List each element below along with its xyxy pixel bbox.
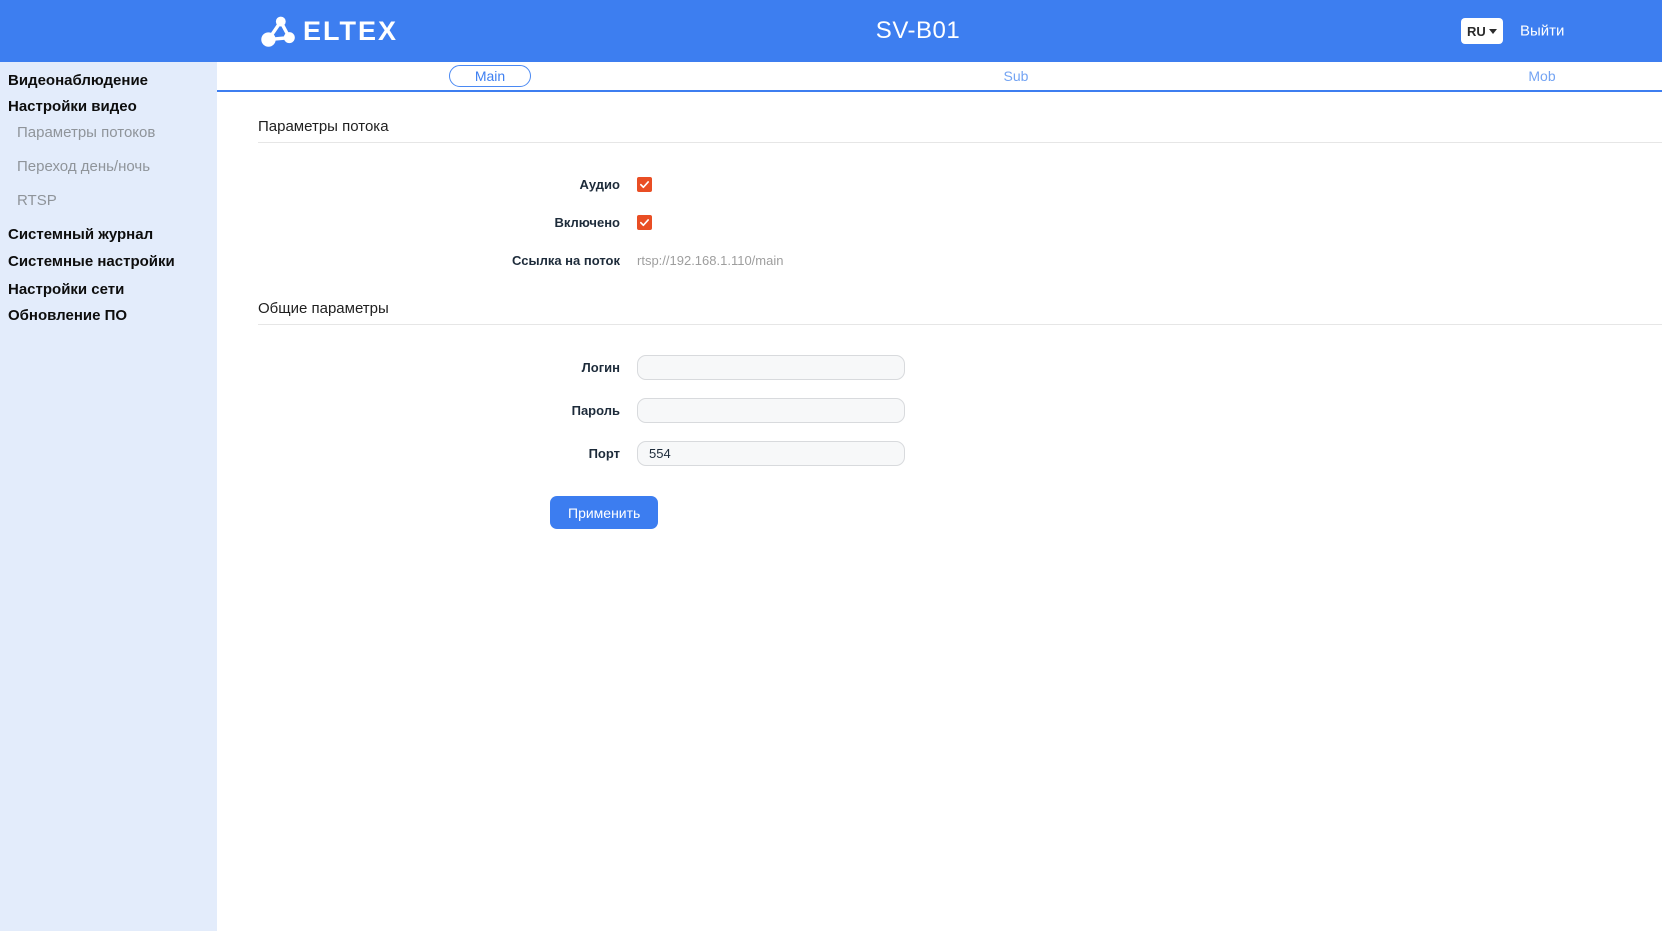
- enabled-label: Включено: [554, 214, 621, 230]
- tab-mob[interactable]: Mob: [1518, 66, 1565, 86]
- tab-cell-mob: Mob: [1279, 62, 1662, 90]
- content-area: Main Sub Mob Параметры потока Аудио Вклю…: [217, 62, 1662, 931]
- login-row: Логин: [217, 346, 1662, 389]
- password-label: Пароль: [571, 403, 620, 418]
- logout-link[interactable]: Выйти: [1520, 23, 1564, 40]
- language-select[interactable]: RU: [1461, 18, 1503, 44]
- sidebar-item-video-surveillance[interactable]: Видеонаблюдение: [0, 68, 217, 94]
- tabs-track: Main Sub Mob: [227, 62, 1662, 90]
- enabled-row: Включено: [217, 203, 1662, 241]
- login-label: Логин: [581, 360, 620, 375]
- sidebar-item-rtsp[interactable]: RTSP: [0, 188, 217, 214]
- eltex-logo-icon: [258, 13, 296, 49]
- sidebar-item-video-settings[interactable]: Настройки видео: [0, 94, 217, 120]
- stream-section-rows: Аудио Включено Ссылка на поток rtsp://19…: [217, 165, 1662, 279]
- tab-cell-main: Main: [227, 62, 753, 90]
- check-icon: [640, 180, 649, 188]
- stream-section-title: Параметры потока: [258, 119, 1662, 143]
- stream-tabbar: Main Sub Mob: [217, 62, 1662, 92]
- sidebar-item-system-settings[interactable]: Системные настройки: [0, 249, 217, 275]
- sidebar-item-system-log[interactable]: Системный журнал: [0, 222, 217, 248]
- chevron-down-icon: [1489, 28, 1497, 34]
- general-section-title: Общие параметры: [258, 301, 1662, 325]
- sidebar-item-stream-parameters[interactable]: Параметры потоков: [0, 120, 217, 146]
- eltex-logo-wordmark: ELTEX: [303, 15, 399, 46]
- eltex-logo: ELTEX: [258, 13, 398, 49]
- audio-label: Аудио: [579, 176, 620, 192]
- sidebar-item-firmware-update[interactable]: Обновление ПО: [0, 303, 217, 329]
- device-title: SV-B01: [875, 17, 961, 44]
- tab-main[interactable]: Main: [448, 65, 532, 87]
- app-header: ELTEX SV-B01 RU Выйти: [0, 0, 1662, 62]
- language-select-value: RU: [1467, 23, 1486, 39]
- general-section-rows: Логин Пароль Порт: [217, 346, 1662, 475]
- stream-link-label: Ссылка на поток: [512, 252, 620, 268]
- apply-button[interactable]: Применить: [550, 496, 659, 529]
- password-input[interactable]: [637, 398, 905, 423]
- sidebar: Видеонаблюдение Настройки видео Параметр…: [0, 62, 217, 931]
- main-layout: Видеонаблюдение Настройки видео Параметр…: [0, 62, 1662, 931]
- stream-link-row: Ссылка на поток rtsp://192.168.1.110/mai…: [217, 241, 1662, 279]
- login-input[interactable]: [637, 355, 905, 380]
- stream-link-value: rtsp://192.168.1.110/main: [637, 252, 784, 268]
- port-label: Порт: [588, 446, 620, 461]
- audio-row: Аудио: [217, 165, 1662, 203]
- port-row: Порт: [217, 432, 1662, 475]
- tab-cell-sub: Sub: [753, 62, 1279, 90]
- tab-sub[interactable]: Sub: [994, 66, 1039, 86]
- audio-checkbox[interactable]: [637, 176, 652, 192]
- password-row: Пароль: [217, 389, 1662, 432]
- enabled-checkbox[interactable]: [637, 214, 652, 230]
- sidebar-item-network-settings[interactable]: Настройки сети: [0, 277, 217, 303]
- check-icon: [640, 218, 649, 226]
- port-input[interactable]: [637, 441, 905, 466]
- sidebar-item-day-night[interactable]: Переход день/ночь: [0, 154, 217, 180]
